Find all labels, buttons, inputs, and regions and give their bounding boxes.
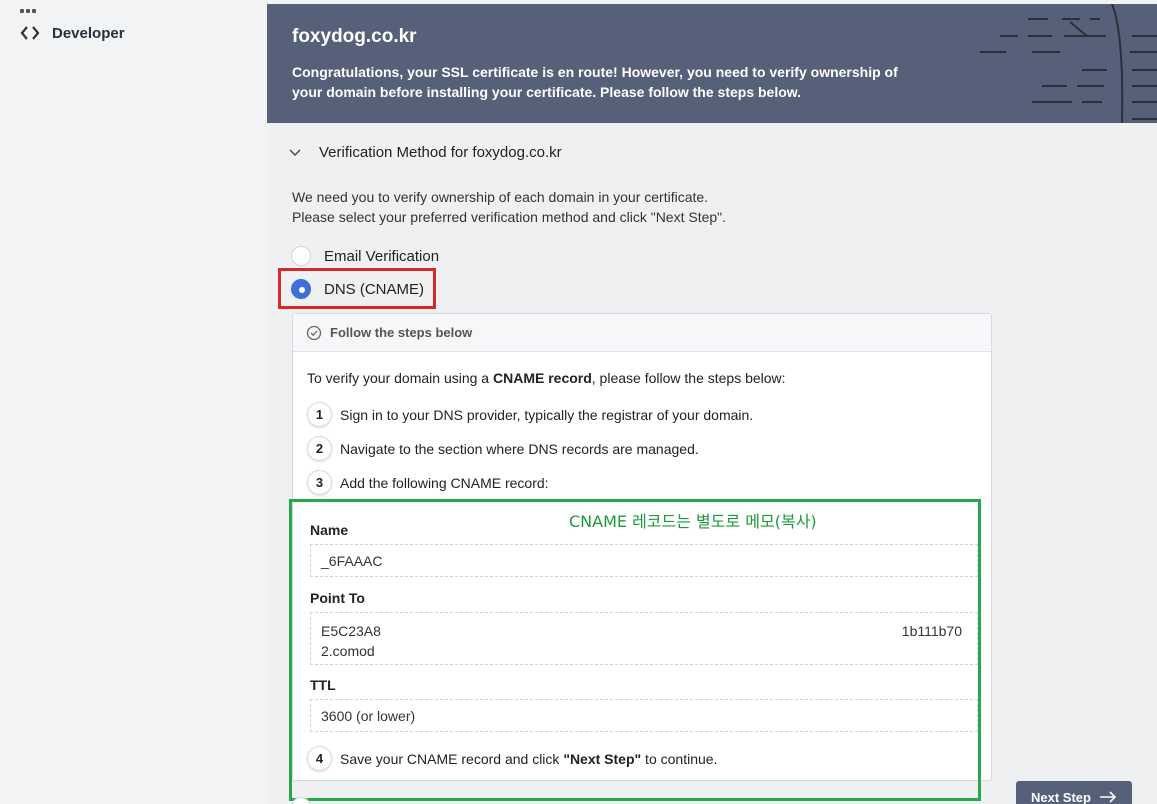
check-circle-icon bbox=[306, 325, 322, 340]
step-text: Add the following CNAME record: bbox=[340, 474, 549, 491]
step4-bold: "Next Step" bbox=[563, 750, 642, 767]
step-2: 2 Navigate to the section where DNS reco… bbox=[307, 436, 699, 461]
point-to-line-1: E5C23A8 1b111b70 bbox=[321, 621, 967, 641]
sidebar-item-developer[interactable]: Developer bbox=[20, 24, 125, 42]
step-text: Save your CNAME record and click "Next S… bbox=[340, 751, 717, 767]
steps-lead: To verify your domain using a CNAME reco… bbox=[307, 370, 786, 386]
lead-suffix: , please follow the steps below: bbox=[591, 370, 786, 386]
radio-button-selected[interactable] bbox=[291, 279, 311, 299]
step-number: 3 bbox=[307, 470, 332, 495]
decorative-lines-icon bbox=[980, 4, 1157, 123]
name-label: Name bbox=[310, 522, 349, 538]
next-step-button[interactable]: Next Step bbox=[1016, 781, 1132, 804]
annotation-note: CNAME 레코드는 별도로 메모(복사) bbox=[569, 512, 817, 531]
lead-bold: CNAME record bbox=[492, 370, 592, 386]
arrow-right-icon bbox=[1099, 791, 1117, 803]
hero-message: Congratulations, your SSL certificate is… bbox=[292, 64, 898, 100]
step-number: 2 bbox=[307, 436, 332, 461]
chevron-down-icon bbox=[289, 149, 301, 156]
point-to-value-left: E5C23A8 bbox=[321, 623, 381, 639]
step-text: Navigate to the section where DNS record… bbox=[340, 440, 699, 457]
step4-prefix: Save your CNAME record and click bbox=[340, 750, 564, 767]
verification-intro: We need you to verify ownership of each … bbox=[292, 187, 726, 227]
radio-label: DNS (CNAME) bbox=[324, 280, 424, 298]
verification-method-heading: Verification Method for foxydog.co.kr bbox=[319, 144, 562, 161]
step-text: Sign in to your DNS provider, typically … bbox=[340, 406, 754, 423]
point-to-label: Point To bbox=[310, 590, 365, 606]
point-to-value-right: 1b111b70 bbox=[901, 623, 962, 639]
name-field[interactable]: _6FAAAC bbox=[310, 544, 978, 577]
point-to-value: E5C23A8 1b111b70 2.comod bbox=[321, 621, 967, 661]
lead-prefix: To verify your domain using a bbox=[307, 370, 493, 386]
radio-label: Email Verification bbox=[324, 247, 440, 265]
step4-suffix: to continue. bbox=[641, 750, 718, 767]
sidebar-item-label: Developer bbox=[52, 24, 125, 42]
sidebar: Developer bbox=[0, 0, 240, 804]
radio-button[interactable] bbox=[291, 246, 311, 266]
code-icon bbox=[20, 26, 40, 40]
steps-card-title: Follow the steps below bbox=[330, 325, 473, 340]
ttl-label: TTL bbox=[310, 677, 336, 693]
apps-icon[interactable] bbox=[20, 0, 38, 13]
steps-card-header: Follow the steps below bbox=[293, 314, 991, 352]
ttl-field[interactable]: 3600 (or lower) bbox=[310, 699, 978, 732]
step-number: 1 bbox=[307, 402, 332, 427]
intro-line-1: We need you to verify ownership of each … bbox=[292, 189, 709, 205]
hero-banner: foxydog.co.kr Congratulations, your SSL … bbox=[267, 4, 1157, 123]
step-number: 4 bbox=[307, 746, 332, 771]
steps-card: Follow the steps below To verify your do… bbox=[289, 313, 992, 801]
step-4: 4 Save your CNAME record and click "Next… bbox=[307, 746, 717, 771]
point-to-field[interactable]: E5C23A8 1b111b70 2.comod bbox=[310, 612, 978, 665]
verification-method-toggle[interactable]: Verification Method for foxydog.co.kr bbox=[289, 144, 562, 161]
next-step-label: Next Step bbox=[1031, 789, 1091, 804]
ttl-value: 3600 (or lower) bbox=[321, 707, 416, 724]
radio-email-verification[interactable]: Email Verification bbox=[291, 246, 439, 266]
name-value: _6FAAAC bbox=[321, 552, 383, 569]
radio-dns-cname[interactable]: DNS (CNAME) bbox=[291, 279, 424, 299]
step-1: 1 Sign in to your DNS provider, typicall… bbox=[307, 402, 753, 427]
point-to-line-2: 2.comod bbox=[321, 643, 375, 659]
intro-line-2: Please select your preferred verificatio… bbox=[292, 209, 727, 225]
step-3: 3 Add the following CNAME record: bbox=[307, 470, 549, 495]
main-panel: foxydog.co.kr Congratulations, your SSL … bbox=[267, 4, 1157, 804]
